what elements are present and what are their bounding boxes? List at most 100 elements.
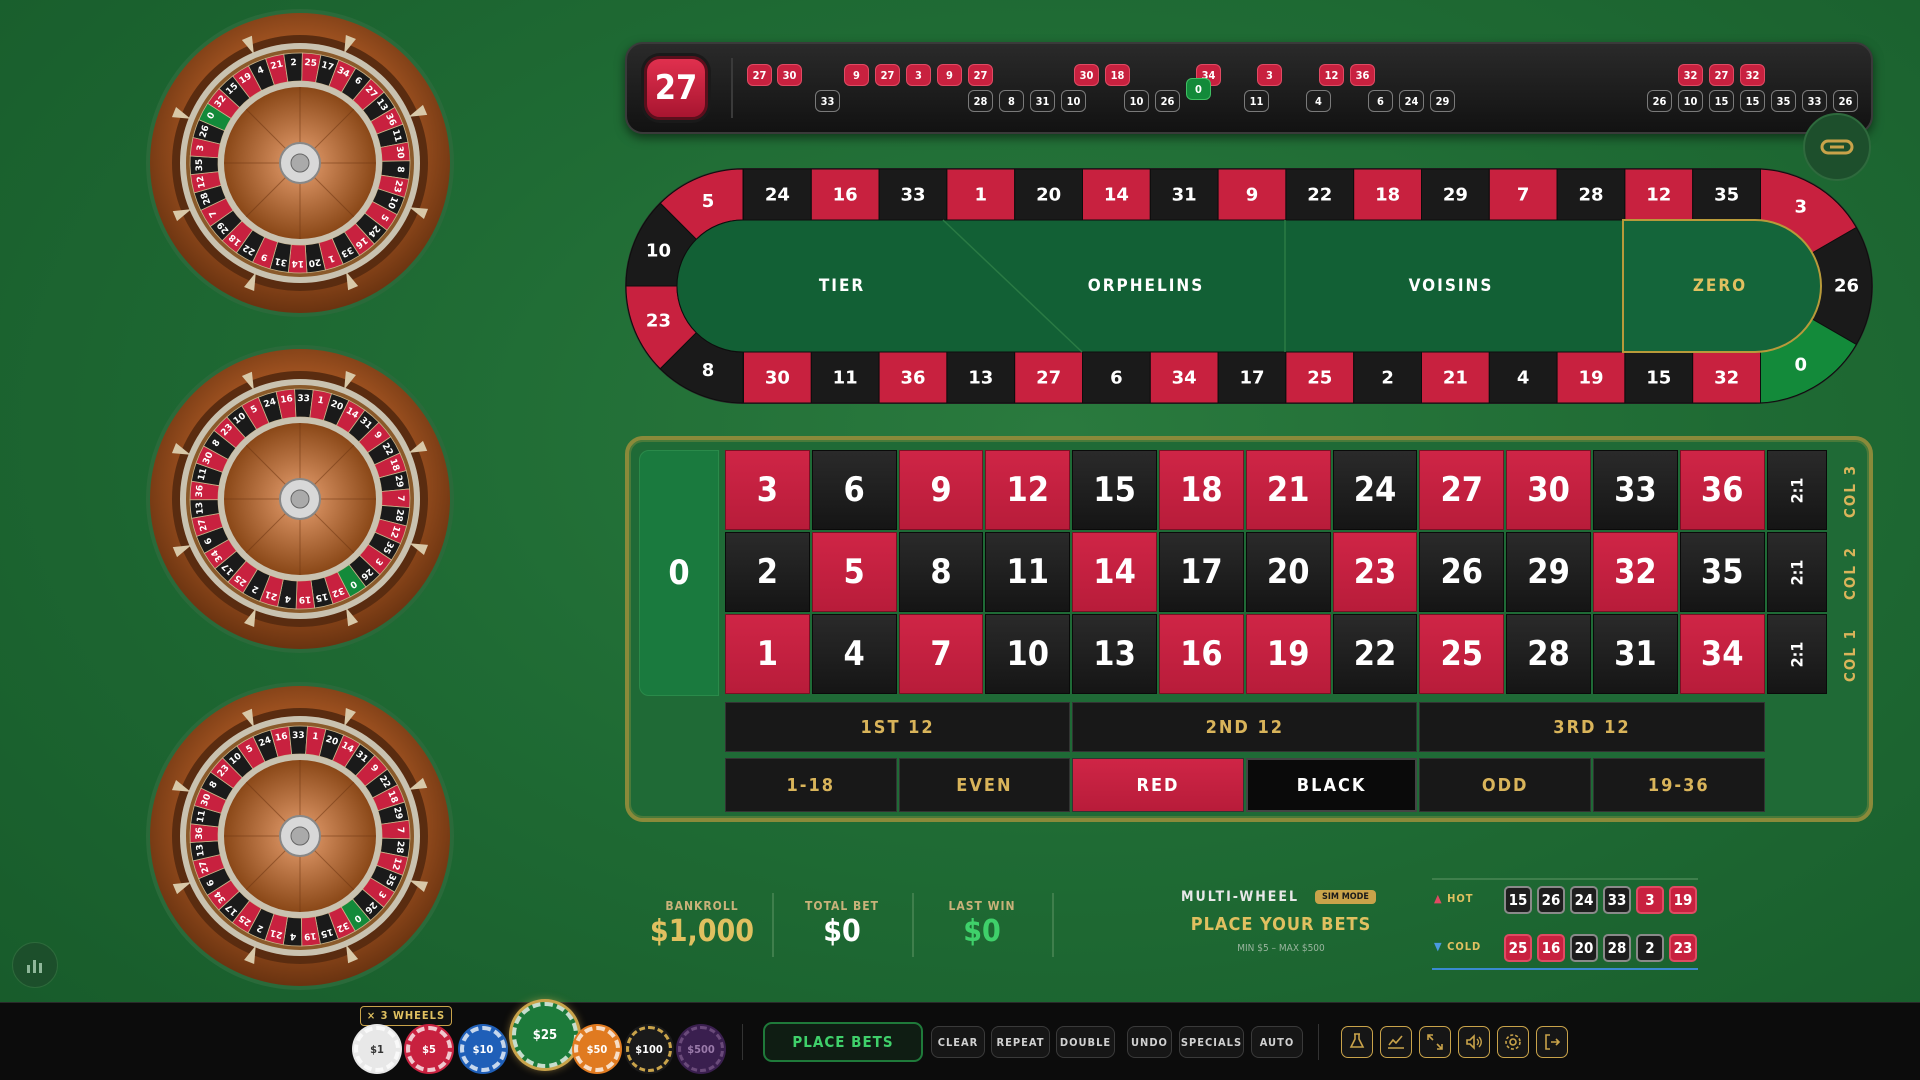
chip-label: $5: [422, 1042, 436, 1056]
history-result: 8: [999, 90, 1024, 112]
expand-button[interactable]: [1419, 1026, 1451, 1058]
chip-100[interactable]: $100: [626, 1026, 672, 1072]
history-result: 32: [1740, 64, 1765, 86]
number-cell[interactable]: 16: [1159, 614, 1244, 694]
number-cell[interactable]: 13: [1072, 614, 1157, 694]
clear-button[interactable]: CLEAR: [931, 1026, 985, 1058]
number-cell[interactable]: 11: [985, 532, 1071, 612]
stat-number: 25: [1504, 934, 1532, 962]
number-cell[interactable]: 2: [725, 532, 810, 612]
number-cell[interactable]: 3: [725, 450, 810, 530]
number-cell[interactable]: 35: [1679, 532, 1765, 612]
double-button[interactable]: DOUBLE: [1056, 1026, 1115, 1058]
racetrack-number: 22: [1307, 185, 1332, 206]
number-cell[interactable]: 6: [811, 450, 897, 530]
number-cell[interactable]: 14: [1072, 532, 1157, 612]
number-cell[interactable]: 21: [1245, 450, 1331, 530]
wheel-graphic: 0321519421225173462713361130823105241633…: [146, 345, 454, 653]
number-cell[interactable]: 33: [1593, 450, 1678, 530]
exit-icon: [1545, 1034, 1561, 1050]
statistics-button[interactable]: [12, 942, 58, 988]
number-cell[interactable]: 12: [985, 450, 1071, 530]
auto-button[interactable]: AUTO: [1251, 1026, 1303, 1058]
wheel-pocket-number: 28: [394, 840, 405, 854]
number-cell[interactable]: 31: [1593, 614, 1678, 694]
number-cell[interactable]: 24: [1332, 450, 1418, 530]
history-result: 11: [1244, 90, 1269, 112]
repeat-button[interactable]: REPEAT: [991, 1026, 1050, 1058]
voisins-bet[interactable]: VOISINS: [1409, 276, 1494, 296]
number-cell[interactable]: 7: [898, 614, 984, 694]
outside-bet[interactable]: 1-18: [725, 758, 897, 812]
number-cell[interactable]: 28: [1506, 614, 1591, 694]
outside-bet[interactable]: 19-36: [1593, 758, 1765, 812]
number-cell[interactable]: 27: [1419, 450, 1505, 530]
outside-bet[interactable]: BLACK: [1245, 758, 1418, 812]
chip-25[interactable]: $25: [512, 1002, 578, 1068]
number-cell[interactable]: 19: [1245, 614, 1331, 694]
zero-bet[interactable]: ZERO: [1693, 276, 1747, 296]
wheel-pocket-number: 30: [394, 146, 405, 160]
stat-number: 26: [1537, 886, 1565, 914]
chip-10[interactable]: $10: [460, 1026, 506, 1072]
number-cell[interactable]: 22: [1332, 614, 1418, 694]
number-cell[interactable]: 5: [811, 532, 897, 612]
number-cell[interactable]: 23: [1332, 532, 1418, 612]
number-cell[interactable]: 36: [1679, 450, 1765, 530]
column-bet[interactable]: 2:1: [1766, 614, 1827, 694]
racetrack-number: 26: [1834, 276, 1859, 297]
number-cell[interactable]: 34: [1679, 614, 1765, 694]
number-cell[interactable]: 15: [1072, 450, 1157, 530]
chip-500[interactable]: $500: [678, 1026, 724, 1072]
flask-button[interactable]: [1341, 1026, 1373, 1058]
racetrack-number: 18: [1375, 185, 1400, 206]
number-zero[interactable]: 0: [639, 450, 719, 696]
volume-button[interactable]: [1458, 1026, 1490, 1058]
number-cell[interactable]: 20: [1245, 532, 1331, 612]
link-icon: [1820, 139, 1854, 155]
number-cell[interactable]: 9: [898, 450, 984, 530]
bankroll-value: $1,000: [649, 914, 755, 949]
stat-number: 3: [1636, 886, 1664, 914]
specials-button[interactable]: SPECIALS: [1179, 1026, 1244, 1058]
dozen-bet[interactable]: 2ND 12: [1072, 702, 1418, 752]
wheel-pocket-number: 4: [284, 593, 291, 604]
number-cell[interactable]: 1: [725, 614, 810, 694]
bet-limits: MIN $5 – MAX $500: [1237, 943, 1325, 954]
exit-button[interactable]: [1536, 1026, 1568, 1058]
chip-1[interactable]: $1: [354, 1026, 400, 1072]
stat-number: 19: [1669, 886, 1697, 914]
dozen-bet[interactable]: 1ST 12: [725, 702, 1071, 752]
column-bet[interactable]: 2:1: [1766, 532, 1827, 612]
number-cell[interactable]: 18: [1159, 450, 1244, 530]
outside-bet[interactable]: ODD: [1419, 758, 1591, 812]
outside-bet[interactable]: EVEN: [898, 758, 1071, 812]
orphelins-bet[interactable]: ORPHELINS: [1088, 276, 1204, 296]
number-cell[interactable]: 26: [1419, 532, 1505, 612]
bar-chart-icon: [27, 960, 42, 973]
chip-50[interactable]: $50: [574, 1026, 620, 1072]
number-cell[interactable]: 10: [985, 614, 1071, 694]
outside-bet[interactable]: RED: [1072, 758, 1244, 812]
chart-line-button[interactable]: [1380, 1026, 1412, 1058]
chip-label: $500: [687, 1042, 715, 1056]
tier-bet[interactable]: TIER: [819, 276, 865, 296]
number-cell[interactable]: 4: [811, 614, 897, 694]
column-bet[interactable]: 2:1: [1766, 450, 1827, 530]
number-cell[interactable]: 17: [1159, 532, 1244, 612]
number-cell[interactable]: 32: [1593, 532, 1678, 612]
racetrack-number: 3: [1794, 196, 1807, 217]
place-bets-button[interactable]: PLACE BETS: [763, 1022, 923, 1062]
dozen-bet[interactable]: 3RD 12: [1419, 702, 1765, 752]
racetrack-number: 30: [765, 368, 790, 389]
number-cell[interactable]: 25: [1419, 614, 1505, 694]
number-cell[interactable]: 30: [1506, 450, 1591, 530]
chip-5[interactable]: $5: [406, 1026, 452, 1072]
racetrack-number: 4: [1517, 368, 1530, 389]
results-history: 27 27 30 9 27 3 9 27 30 18 34 3 12 36 32 27 32 33 28 8 31 10…: [625, 42, 1873, 134]
number-cell[interactable]: 29: [1506, 532, 1591, 612]
toolbar-divider: [1318, 1024, 1319, 1060]
undo-button[interactable]: UNDO: [1127, 1026, 1172, 1058]
number-cell[interactable]: 8: [898, 532, 984, 612]
gear-button[interactable]: [1497, 1026, 1529, 1058]
